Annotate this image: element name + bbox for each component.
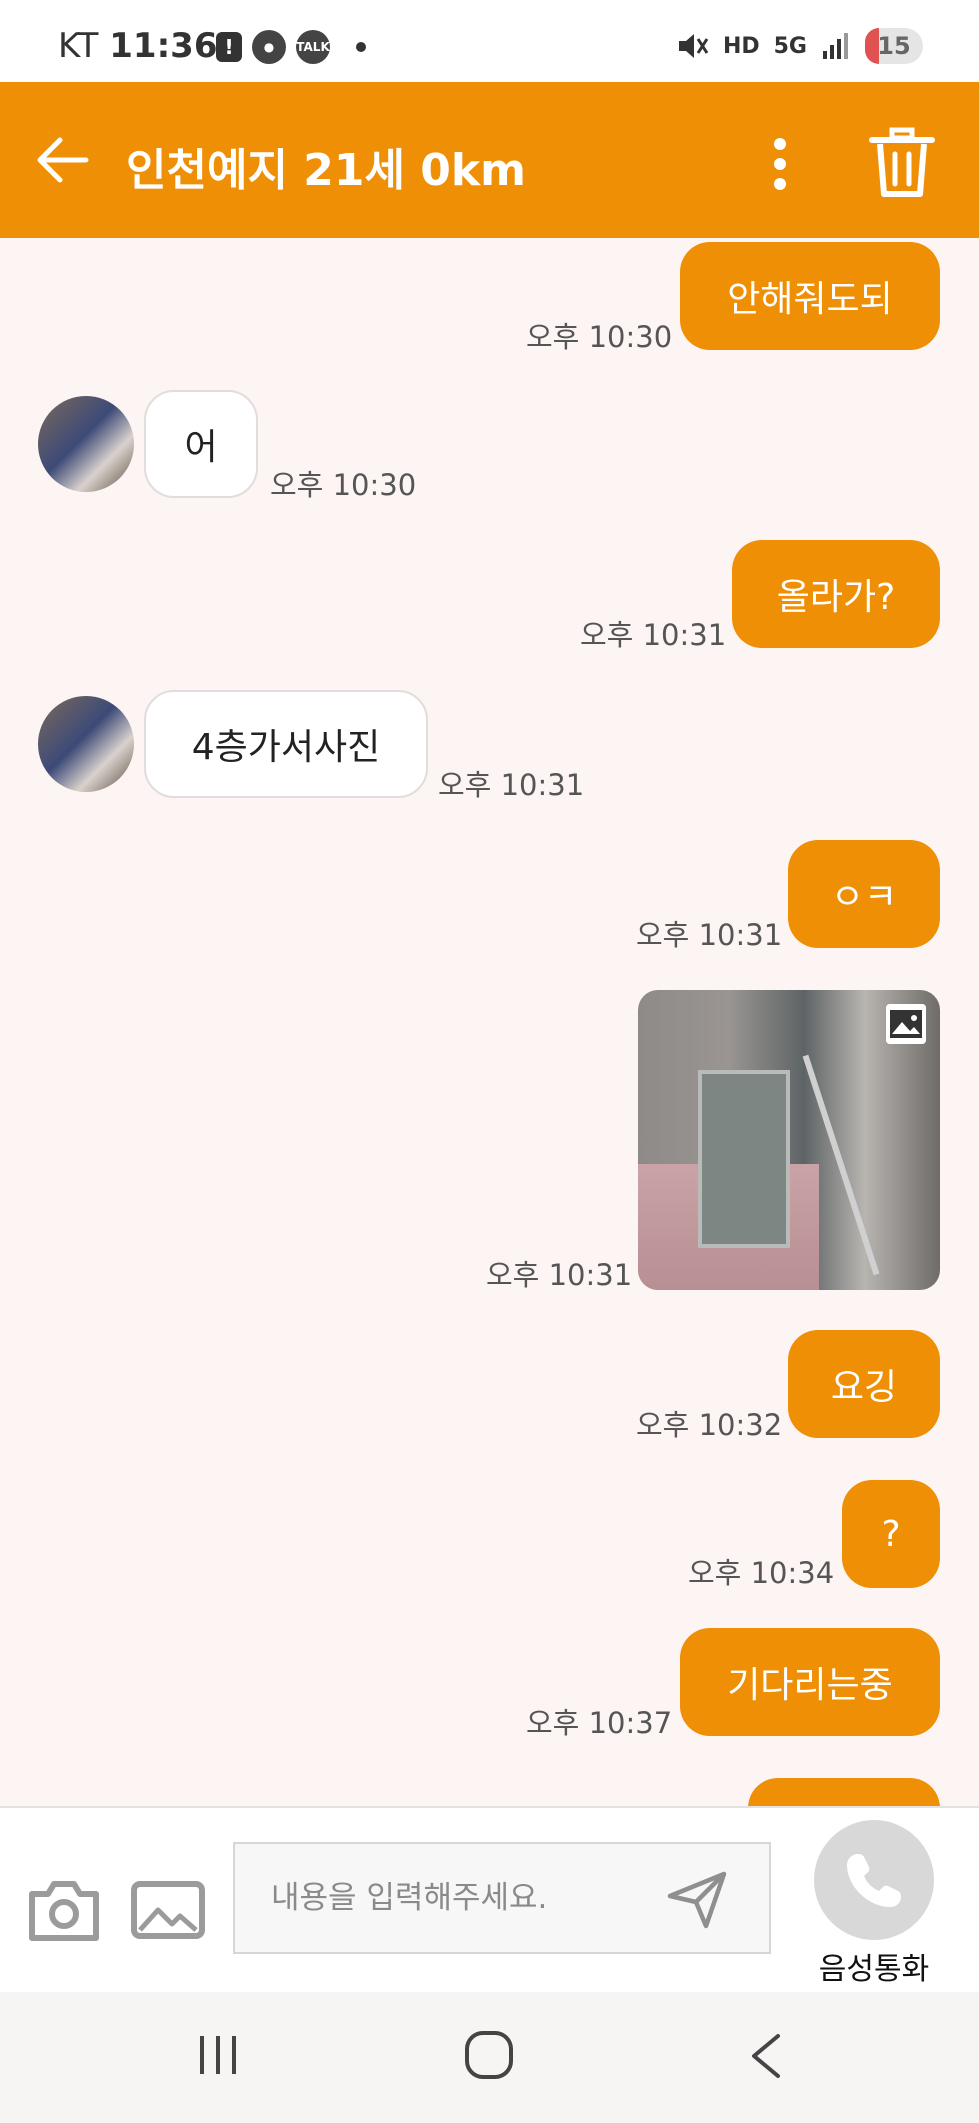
message-time: 오후 10:32 bbox=[636, 1408, 783, 1442]
message-time: 오후 10:31 bbox=[438, 768, 585, 802]
send-icon[interactable] bbox=[666, 1870, 730, 1930]
message-time: 오후 10:37 bbox=[526, 1706, 673, 1740]
chat-header: 인천예지 21세 0km bbox=[0, 82, 979, 238]
network-5g-icon: 5G bbox=[773, 33, 807, 59]
status-bar: KT 11:36 ! ● TALK HD 5G 15 bbox=[0, 0, 979, 82]
nav-back-icon[interactable] bbox=[748, 2032, 782, 2080]
signal-icon bbox=[823, 33, 848, 59]
clock: 11:36 bbox=[109, 26, 218, 66]
alert-icon: ! bbox=[216, 32, 242, 62]
chat-message-list[interactable]: 안해줘도되 오후 10:30 어 오후 10:30 올라가? 오후 10:31 … bbox=[0, 238, 979, 1806]
message-bubble-sent[interactable]: 요깅 bbox=[788, 1330, 940, 1438]
home-icon[interactable] bbox=[464, 2030, 514, 2080]
camera-icon[interactable] bbox=[26, 1878, 102, 1942]
battery-level: 15 bbox=[877, 32, 911, 60]
message-bubble-sent[interactable]: ㅇㅋ bbox=[788, 840, 940, 948]
message-bubble-received[interactable]: 4층가서사진 bbox=[144, 690, 428, 798]
more-options-icon[interactable] bbox=[760, 132, 800, 196]
status-carrier-time: KT 11:36 bbox=[58, 26, 217, 66]
message-time: 오후 10:30 bbox=[526, 320, 673, 354]
chat-app-icon: ● bbox=[252, 30, 286, 64]
more-notifications-dot bbox=[356, 42, 366, 52]
message-time: 오후 10:31 bbox=[636, 918, 783, 952]
system-icons: HD 5G 15 bbox=[675, 28, 923, 64]
image-icon bbox=[886, 1004, 926, 1044]
avatar[interactable] bbox=[38, 696, 134, 792]
message-time: 오후 10:34 bbox=[688, 1556, 835, 1590]
message-time: 오후 10:30 bbox=[270, 468, 417, 502]
voice-call-label: 음성통화 bbox=[818, 1952, 930, 1987]
carrier-label: KT bbox=[58, 26, 99, 66]
message-bubble-sent[interactable]: 기다리는중 bbox=[680, 1628, 940, 1736]
battery-icon: 15 bbox=[865, 28, 923, 64]
system-nav-bar bbox=[0, 1992, 979, 2123]
hd-icon: HD bbox=[722, 33, 760, 59]
page-title: 인천예지 21세 0km bbox=[126, 145, 526, 196]
message-bubble-sent[interactable]: ? bbox=[842, 1480, 940, 1588]
back-arrow-icon[interactable] bbox=[30, 128, 94, 192]
message-image[interactable] bbox=[638, 990, 940, 1290]
avatar[interactable] bbox=[38, 396, 134, 492]
message-time: 오후 10:31 bbox=[486, 1258, 633, 1292]
trash-icon[interactable] bbox=[868, 124, 936, 200]
phone-icon bbox=[847, 1854, 901, 1907]
message-input-bar: 음성통화 bbox=[0, 1806, 979, 1994]
voice-call-button[interactable] bbox=[814, 1820, 934, 1940]
mute-icon bbox=[678, 34, 709, 58]
notification-icons: ! ● TALK bbox=[216, 30, 366, 64]
message-bubble-sent[interactable]: 안해줘도되 bbox=[680, 242, 940, 350]
kakaotalk-icon: TALK bbox=[296, 30, 330, 64]
recent-apps-icon[interactable] bbox=[196, 2034, 240, 2076]
message-time: 오후 10:31 bbox=[580, 618, 727, 652]
message-bubble-sent-partial[interactable] bbox=[748, 1778, 940, 1806]
gallery-icon[interactable] bbox=[130, 1880, 206, 1940]
message-bubble-received[interactable]: 어 bbox=[144, 390, 258, 498]
message-bubble-sent[interactable]: 올라가? bbox=[732, 540, 940, 648]
